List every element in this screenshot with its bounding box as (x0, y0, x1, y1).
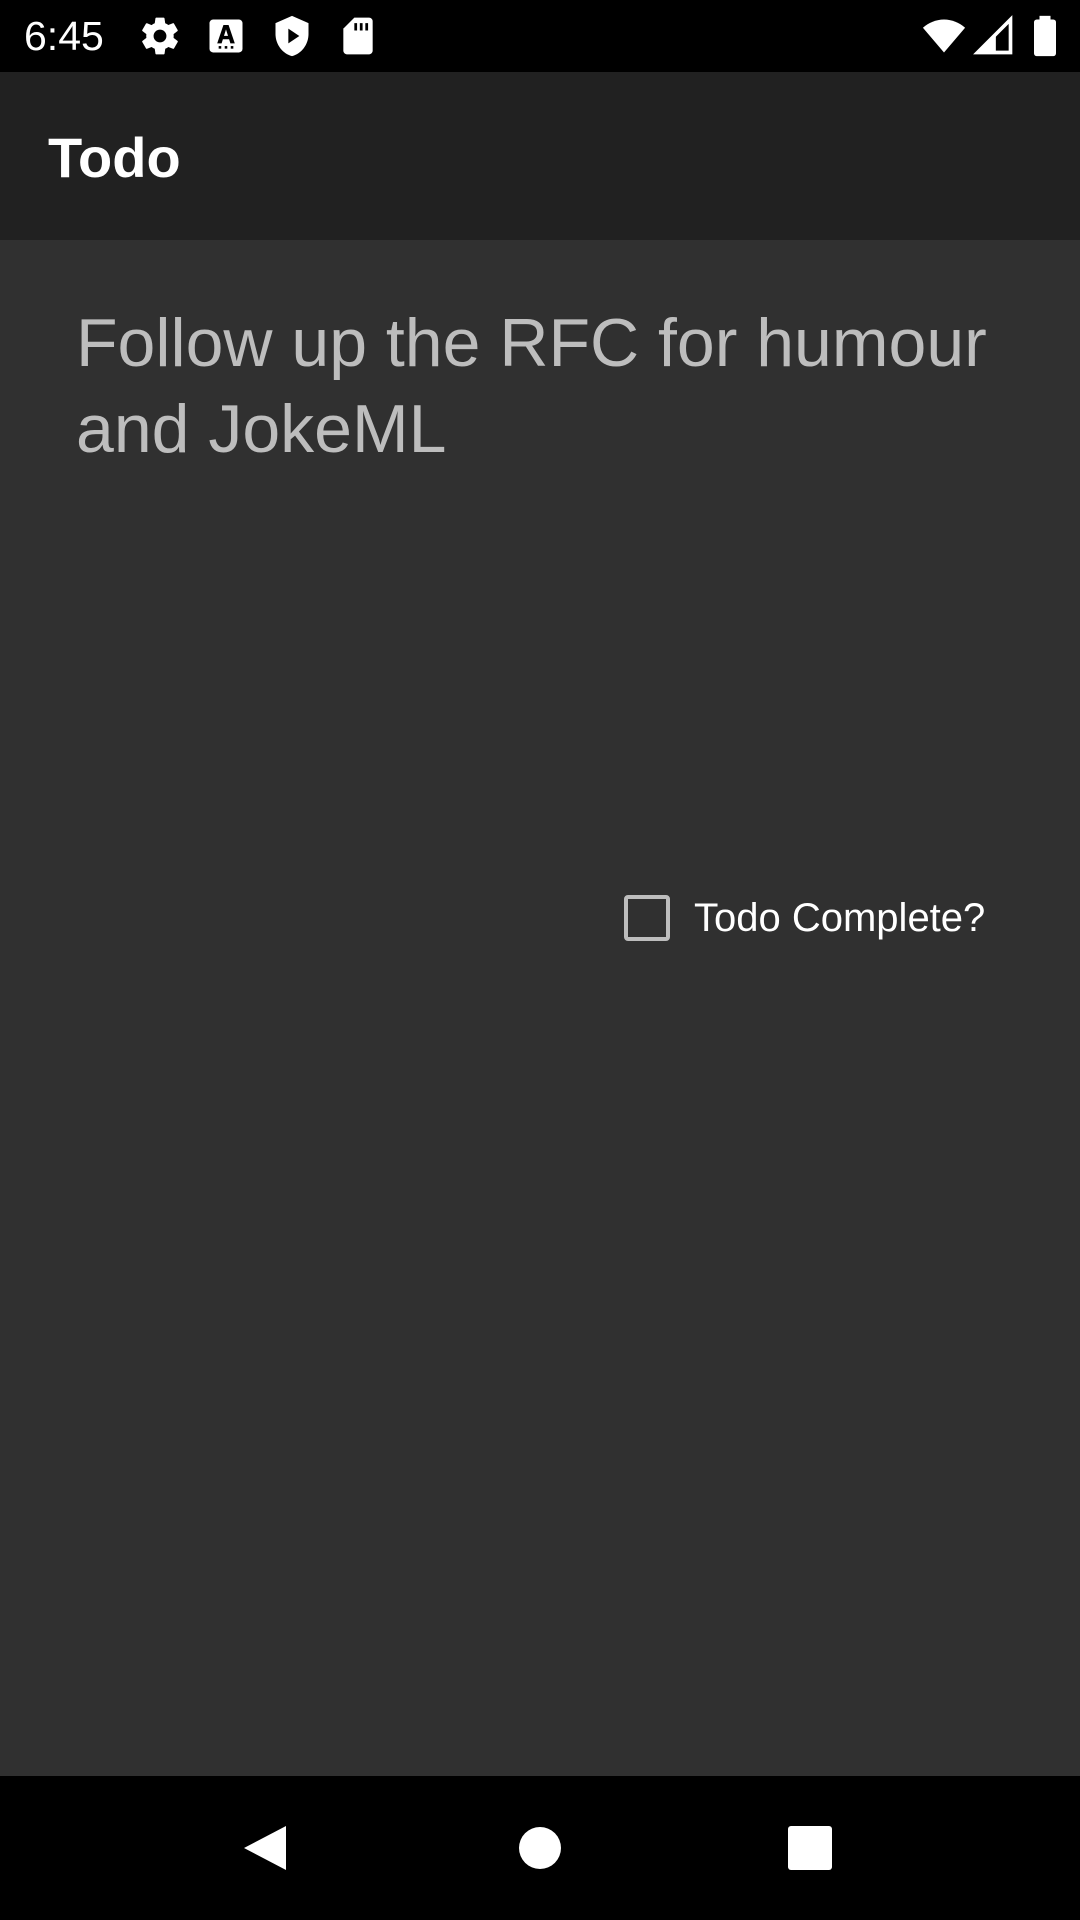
settings-icon (138, 14, 182, 58)
cell-signal-icon (972, 14, 1016, 58)
app-bar: Todo (0, 72, 1080, 240)
play-shield-icon (270, 14, 314, 58)
recents-icon[interactable] (760, 1798, 860, 1898)
todo-detail: Follow up the RFC for humour and JokeML … (0, 240, 1080, 1776)
status-time: 6:45 (24, 13, 104, 59)
todo-complete-checkbox[interactable] (624, 895, 670, 941)
navigation-bar (0, 1776, 1080, 1920)
a-keyboard-icon (204, 14, 248, 58)
back-icon[interactable] (218, 1798, 318, 1898)
screen: 6:45 Todo Follow up the RFC for humour a… (0, 0, 1080, 1920)
todo-text: Follow up the RFC for humour and JokeML (76, 305, 987, 467)
home-icon[interactable] (490, 1798, 590, 1898)
battery-icon (1026, 14, 1064, 58)
sd-card-icon (336, 14, 380, 58)
wifi-icon (920, 14, 968, 58)
status-bar: 6:45 (0, 0, 1080, 72)
app-title: Todo (48, 126, 181, 189)
todo-complete-checkbox-row[interactable]: Todo Complete? (624, 888, 985, 948)
todo-complete-label[interactable]: Todo Complete? (694, 894, 985, 942)
